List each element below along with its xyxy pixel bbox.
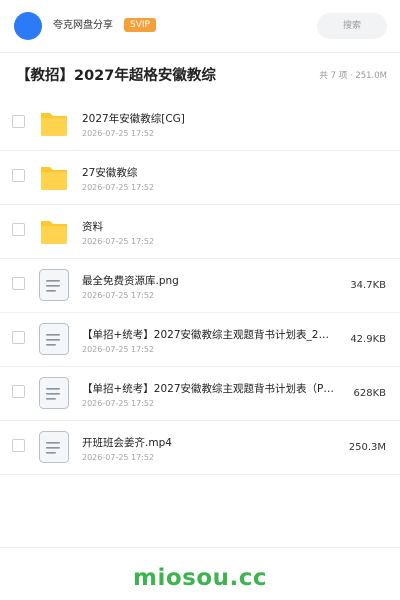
row-checkbox[interactable] xyxy=(12,277,25,290)
folder-icon xyxy=(38,107,70,139)
file-name[interactable]: 【单招+统考】2027安徽教综主观题背书计划表（P… xyxy=(82,382,340,396)
row-checkbox[interactable] xyxy=(12,223,25,236)
row-checkbox[interactable] xyxy=(12,385,25,398)
file-row[interactable]: 资料 2026-07-25 17:52 xyxy=(0,205,400,259)
file-date: 2026-07-25 17:52 xyxy=(82,291,155,300)
row-checkbox[interactable] xyxy=(12,331,25,344)
document-icon xyxy=(38,431,70,463)
document-icon xyxy=(38,269,70,301)
file-size: 42.9KB xyxy=(350,334,386,345)
row-checkbox[interactable] xyxy=(12,115,25,128)
file-date: 2026-07-25 17:52 xyxy=(82,453,155,462)
page-title: 【教招】2027年超格安徽教综 xyxy=(16,68,216,84)
search-button[interactable]: 搜索 xyxy=(317,13,387,39)
file-size: 628KB xyxy=(353,388,386,399)
file-name[interactable]: 【单招+统考】2027安徽教综主观题背书计划表_2… xyxy=(82,328,340,342)
file-date: 2026-07-25 17:52 xyxy=(82,183,155,192)
file-row[interactable]: 27安徽教综 2026-07-25 17:52 xyxy=(0,151,400,205)
share-header: 夸克网盘分享 SVIP 搜索 xyxy=(0,0,400,52)
file-name[interactable]: 最全免费资源库.png xyxy=(82,274,340,288)
file-row[interactable]: 2027年安徽教综[CG] 2026-07-25 17:52 xyxy=(0,97,400,151)
document-icon xyxy=(38,377,70,409)
header-divider xyxy=(0,52,400,53)
svip-badge: SVIP xyxy=(124,18,156,32)
folder-icon xyxy=(38,215,70,247)
item-count: 共 7 项 · 251.0M xyxy=(319,71,387,81)
folder-icon xyxy=(38,161,70,193)
file-name[interactable]: 27安徽教综 xyxy=(82,166,340,180)
file-date: 2026-07-25 17:52 xyxy=(82,399,155,408)
file-row[interactable]: 最全免费资源库.png 2026-07-25 17:52 34.7KB xyxy=(0,259,400,313)
file-row[interactable]: 【单招+统考】2027安徽教综主观题背书计划表（P… 2026-07-25 17:… xyxy=(0,367,400,421)
file-date: 2026-07-25 17:52 xyxy=(82,129,155,138)
file-row[interactable]: 【单招+统考】2027安徽教综主观题背书计划表_2… 2026-07-25 17:… xyxy=(0,313,400,367)
watermark-text: miosou.cc xyxy=(132,565,268,591)
file-row[interactable]: 开班班会姜齐.mp4 2026-07-25 17:52 250.3M xyxy=(0,421,400,475)
avatar[interactable] xyxy=(14,12,42,40)
file-size: 34.7KB xyxy=(350,280,386,291)
share-owner-name: 夸克网盘分享 xyxy=(53,20,113,31)
file-name[interactable]: 资料 xyxy=(82,220,340,234)
file-name[interactable]: 2027年安徽教综[CG] xyxy=(82,112,340,126)
footer-divider xyxy=(0,547,400,548)
file-name[interactable]: 开班班会姜齐.mp4 xyxy=(82,436,340,450)
file-date: 2026-07-25 17:52 xyxy=(82,237,155,246)
folder-title-row: 【教招】2027年超格安徽教综 共 7 项 · 251.0M xyxy=(0,58,400,92)
row-checkbox[interactable] xyxy=(12,439,25,452)
file-size: 250.3M xyxy=(348,442,386,453)
row-checkbox[interactable] xyxy=(12,169,25,182)
document-icon xyxy=(38,323,70,355)
file-date: 2026-07-25 17:52 xyxy=(82,345,155,354)
